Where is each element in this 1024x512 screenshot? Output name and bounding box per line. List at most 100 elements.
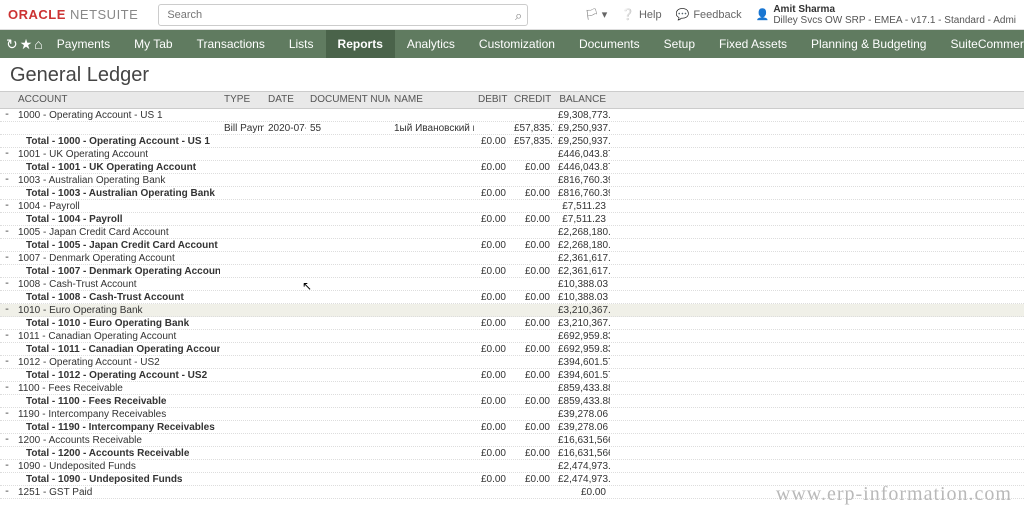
help-label: Help [639,9,662,21]
menu-fixed-assets[interactable]: Fixed Assets [707,30,799,58]
cell-credit: £0.00 [510,160,554,175]
cell-debit: £0.00 [474,212,510,227]
menu-planning-budgeting[interactable]: Planning & Budgeting [799,30,938,58]
history-icon[interactable]: ↻ [6,36,18,53]
cell-type [220,308,264,312]
cell-name [390,399,474,403]
cell-type [220,243,264,247]
cell-date [264,347,306,351]
cell-debit [474,490,510,494]
cell-credit [510,152,554,156]
expand-toggle[interactable]: - [0,277,14,292]
cell-debit [474,178,510,182]
cell-credit [510,308,554,312]
cell-credit [510,438,554,442]
cell-debit [474,230,510,234]
search-icon[interactable]: ⌕ [515,8,522,24]
col-debit[interactable]: DEBIT [474,92,510,108]
cell-account: 1000 - Operating Account - US 1 [14,108,220,123]
home-icon[interactable]: ⌂ [34,36,42,52]
cell-name [390,217,474,221]
menu-customization[interactable]: Customization [467,30,567,58]
feedback-link[interactable]: 💬 Feedback [676,8,742,21]
cell-date [264,269,306,273]
expand-toggle [0,243,14,247]
expand-toggle [0,217,14,221]
cell-type [220,178,264,182]
expand-toggle[interactable]: - [0,485,14,500]
cell-date [264,386,306,390]
expand-toggle[interactable]: - [0,355,14,370]
cell-type [220,230,264,234]
help-icon: ❔ [621,8,635,21]
expand-toggle[interactable]: - [0,459,14,474]
expand-toggle[interactable]: - [0,173,14,188]
cell-credit: £0.00 [510,238,554,253]
col-docnum[interactable]: DOCUMENT NUMBER [306,92,390,108]
cell-docnum [306,256,390,260]
cell-name [390,113,474,117]
cell-name [390,230,474,234]
cell-account [14,126,220,130]
cell-debit [474,438,510,442]
menu-my-tab[interactable]: My Tab [122,30,184,58]
expand-toggle[interactable]: - [0,199,14,214]
user-info: Amit Sharma Dilley Svcs OW SRP - EMEA - … [773,4,1016,26]
cell-date [264,113,306,117]
cell-debit [474,334,510,338]
menu-lists[interactable]: Lists [277,30,326,58]
cell-debit: £0.00 [474,134,510,149]
cell-date [264,438,306,442]
expand-toggle [0,295,14,299]
expand-toggle[interactable]: - [0,303,14,318]
col-credit[interactable]: CREDIT [510,92,554,108]
col-account[interactable]: ACCOUNT [14,92,220,108]
menu-payments[interactable]: Payments [45,30,122,58]
expand-toggle[interactable]: - [0,251,14,266]
col-date[interactable]: DATE [264,92,306,108]
expand-toggle[interactable]: - [0,381,14,396]
help-link[interactable]: ❔ Help [621,8,661,21]
cell-credit [510,490,554,494]
language-switcher[interactable]: 🏳 ▾ [585,8,608,21]
col-name[interactable]: NAME [390,92,474,108]
cell-credit: £0.00 [510,394,554,409]
cell-type [220,165,264,169]
expand-toggle[interactable]: - [0,225,14,240]
cell-date [264,334,306,338]
cell-date [264,477,306,481]
cell-debit: £0.00 [474,160,510,175]
grid-body: -1000 - Operating Account - US 1£9,308,7… [0,109,1024,499]
cell-docnum: 55 [306,121,390,136]
col-balance[interactable]: BALANCE [554,92,610,108]
col-type[interactable]: TYPE [220,92,264,108]
expand-toggle[interactable]: - [0,329,14,344]
expand-toggle[interactable]: - [0,147,14,162]
cell-debit: £0.00 [474,420,510,435]
search-input[interactable] [158,4,528,26]
cell-docnum [306,191,390,195]
menu-analytics[interactable]: Analytics [395,30,467,58]
feedback-label: Feedback [693,9,741,21]
cell-credit: £0.00 [510,316,554,331]
expand-toggle[interactable]: - [0,407,14,422]
logo[interactable]: ORACLE NETSUITE [8,7,158,22]
cell-docnum [306,178,390,182]
cell-debit: £0.00 [474,316,510,331]
cell-docnum [306,490,390,494]
user-menu[interactable]: 👤 Amit Sharma Dilley Svcs OW SRP - EMEA … [756,4,1016,26]
cell-docnum [306,412,390,416]
cell-debit [474,113,510,117]
cell-credit [510,334,554,338]
expand-toggle[interactable]: - [0,433,14,448]
menu-suitecommerce[interactable]: SuiteCommerce [938,30,1024,58]
menu-documents[interactable]: Documents [567,30,652,58]
menu-reports[interactable]: Reports [326,30,395,58]
cell-date [264,191,306,195]
expand-toggle[interactable]: - [0,108,14,123]
favorites-icon[interactable]: ★ [20,36,33,53]
user-name: Amit Sharma [773,4,1016,15]
menu-transactions[interactable]: Transactions [185,30,277,58]
menu-setup[interactable]: Setup [652,30,707,58]
cell-type [220,321,264,325]
